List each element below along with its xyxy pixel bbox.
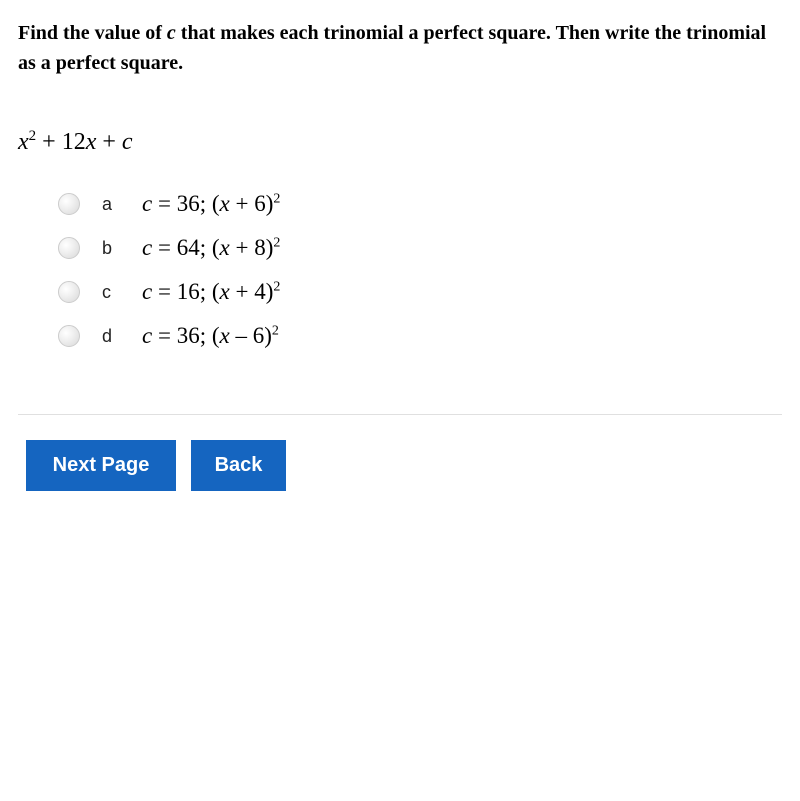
option-d-math: c = 36; (x – 6)2 (142, 323, 279, 349)
option-a-letter: a (102, 194, 142, 215)
answer-options: a c = 36; (x + 6)2 b c = 64; (x + 8)2 c … (58, 186, 782, 354)
radio-option-b[interactable] (58, 237, 80, 259)
option-d-row: d c = 36; (x – 6)2 (58, 318, 782, 354)
option-a-math: c = 36; (x + 6)2 (142, 191, 280, 217)
radio-option-a[interactable] (58, 193, 80, 215)
navigation-buttons: Next Page Back (26, 440, 782, 491)
next-page-button[interactable]: Next Page (26, 440, 176, 491)
option-b-letter: b (102, 238, 142, 259)
option-c-letter: c (102, 282, 142, 303)
option-c-math: c = 16; (x + 4)2 (142, 279, 280, 305)
radio-option-c[interactable] (58, 281, 80, 303)
question-instructions: Find the value of c that makes each trin… (18, 18, 782, 78)
instructions-text-1: Find the value of (18, 22, 167, 44)
instructions-var-c: c (167, 22, 176, 44)
section-divider (18, 414, 782, 415)
option-d-letter: d (102, 326, 142, 347)
trinomial-expression: x2 + 12x + c (18, 128, 782, 156)
back-button[interactable]: Back (191, 440, 286, 491)
radio-option-d[interactable] (58, 325, 80, 347)
option-b-math: c = 64; (x + 8)2 (142, 235, 280, 261)
option-a-row: a c = 36; (x + 6)2 (58, 186, 782, 222)
option-c-row: c c = 16; (x + 4)2 (58, 274, 782, 310)
option-b-row: b c = 64; (x + 8)2 (58, 230, 782, 266)
